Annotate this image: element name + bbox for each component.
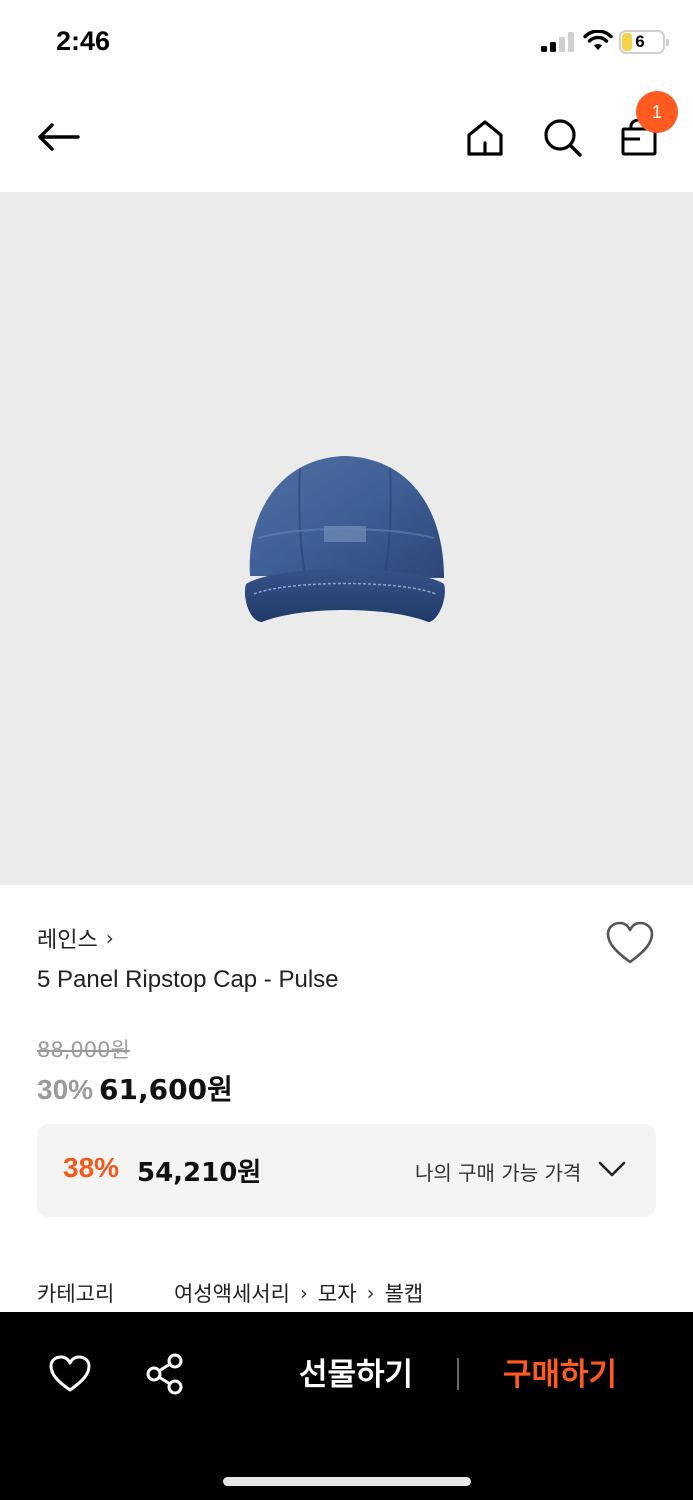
chevron-right-icon: › — [366, 1281, 375, 1305]
category-item[interactable]: 여성액세서리 — [174, 1278, 290, 1308]
cart-count-badge: 1 — [636, 91, 678, 133]
my-discount-rate: 38% — [63, 1152, 120, 1183]
top-navigation — [0, 84, 693, 192]
battery-cap — [666, 39, 669, 46]
category-row: 카테고리 여성액세서리 › 모자 › 볼캡 — [37, 1278, 423, 1308]
original-price: 88,000원 — [37, 1038, 130, 1062]
battery-icon: 6 — [619, 30, 669, 54]
brand-name: 레인스 — [37, 928, 98, 953]
sale-price: 61,600원 — [99, 1073, 233, 1106]
brand-link[interactable]: 레인스 › — [37, 922, 114, 954]
arrow-left-icon — [38, 123, 80, 151]
battery-level: 6 — [635, 32, 645, 51]
gift-button[interactable]: 선물하기 — [284, 1352, 428, 1398]
heart-outline-icon — [606, 921, 654, 964]
search-button[interactable] — [539, 112, 587, 164]
my-price: 54,210원 — [137, 1158, 262, 1188]
status-bar: 2:46 6 — [0, 0, 693, 84]
chevron-right-icon: › — [299, 1281, 308, 1305]
category-label: 카테고리 — [37, 1282, 115, 1306]
home-icon — [467, 120, 503, 156]
my-price-label: 나의 구매 가능 가격 — [415, 1161, 582, 1185]
chevron-down-icon — [598, 1161, 626, 1177]
category-item[interactable]: 볼캡 — [385, 1278, 424, 1308]
share-icon — [146, 1353, 183, 1395]
price-row: 30% 61,600원 — [37, 1068, 233, 1108]
my-price-dropdown[interactable]: 38% 54,210원 나의 구매 가능 가격 — [37, 1124, 656, 1217]
buy-button[interactable]: 구매하기 — [488, 1352, 632, 1398]
discount-rate: 30% — [37, 1074, 94, 1105]
wifi-icon — [583, 30, 613, 50]
search-icon — [544, 119, 582, 157]
cellular-signal-icon — [541, 32, 574, 52]
product-name: 5 Panel Ripstop Cap - Pulse — [37, 966, 339, 993]
divider — [457, 1358, 459, 1390]
like-button[interactable] — [48, 1354, 92, 1394]
category-breadcrumb: 여성액세서리 › 모자 › 볼캡 — [174, 1278, 423, 1308]
wishlist-button[interactable] — [605, 920, 655, 968]
back-button[interactable] — [30, 112, 86, 162]
chevron-right-icon: › — [105, 926, 114, 950]
home-button[interactable] — [461, 112, 509, 164]
bottom-action-bar: 선물하기 구매하기 — [0, 1312, 693, 1500]
status-time: 2:46 — [56, 26, 111, 56]
share-button[interactable] — [144, 1352, 186, 1396]
product-image-cap — [244, 456, 445, 622]
home-indicator[interactable] — [223, 1477, 471, 1486]
heart-outline-icon — [49, 1355, 91, 1392]
category-item[interactable]: 모자 — [318, 1278, 357, 1308]
